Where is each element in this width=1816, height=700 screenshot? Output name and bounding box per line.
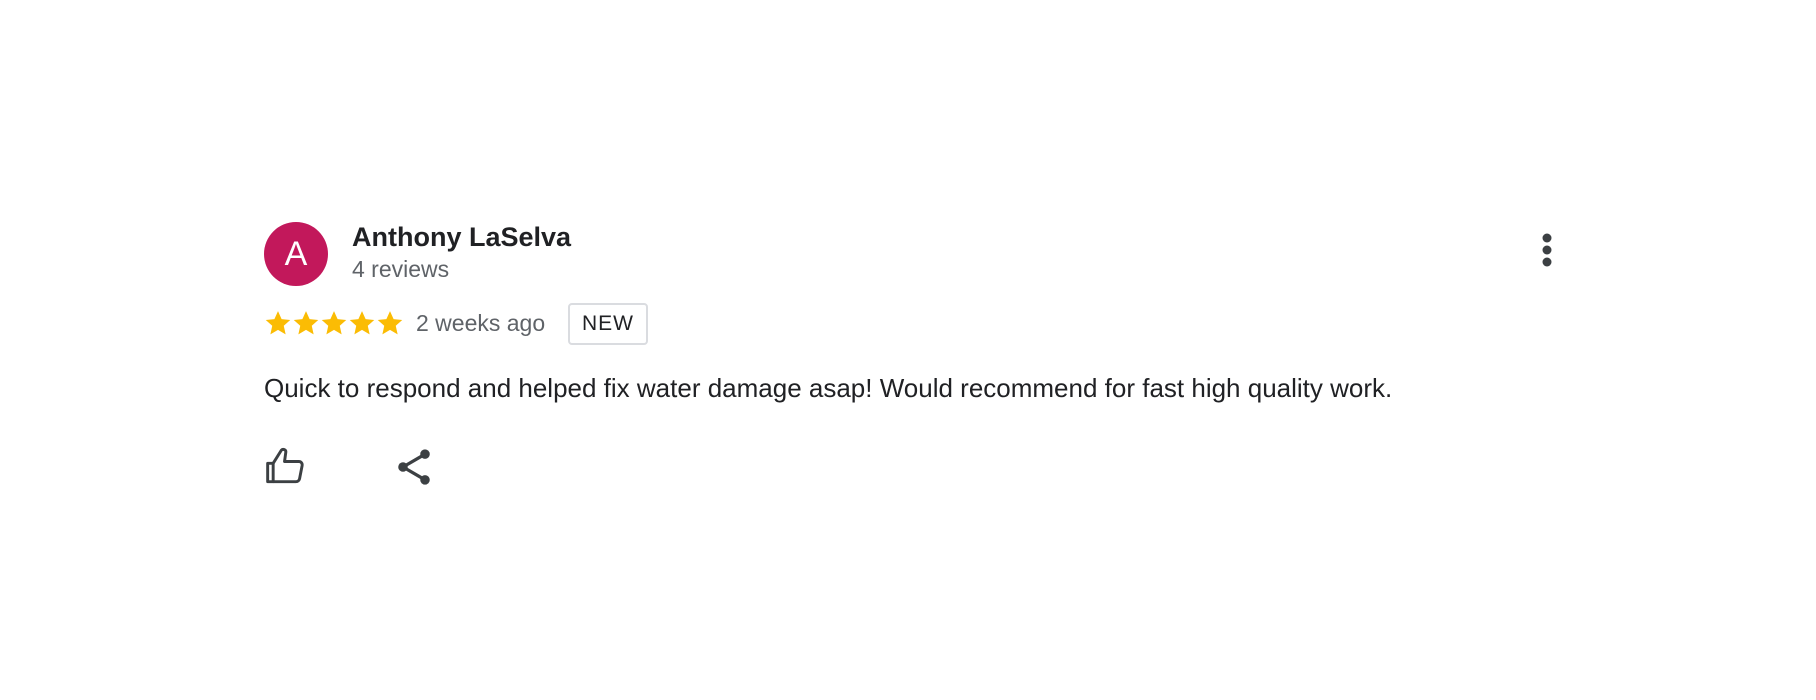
review-header: A Anthony LaSelva 4 reviews xyxy=(264,220,1564,286)
share-icon xyxy=(398,449,430,485)
star-icon xyxy=(293,311,319,335)
star-icon xyxy=(349,311,375,335)
star-icon xyxy=(265,311,291,335)
like-button[interactable] xyxy=(264,445,308,489)
rating-row: 2 weeks ago NEW xyxy=(264,303,1564,349)
more-vert-icon xyxy=(1542,233,1552,267)
avatar[interactable]: A xyxy=(264,222,328,286)
review-actions xyxy=(264,445,1564,495)
author-review-count: 4 reviews xyxy=(352,256,450,282)
star-rating xyxy=(264,309,404,337)
star-icon xyxy=(377,311,403,335)
new-badge: NEW xyxy=(568,303,648,345)
more-options-button[interactable] xyxy=(1530,230,1564,276)
share-button[interactable] xyxy=(392,445,436,489)
review-card: A Anthony LaSelva 4 reviews 2 weeks ago … xyxy=(264,220,1564,495)
review-text: Quick to respond and helped fix water da… xyxy=(264,373,1393,403)
review-date: 2 weeks ago xyxy=(416,310,546,336)
author-name[interactable]: Anthony LaSelva xyxy=(352,222,571,253)
star-icon xyxy=(321,311,347,335)
thumbs-up-icon xyxy=(266,447,304,484)
